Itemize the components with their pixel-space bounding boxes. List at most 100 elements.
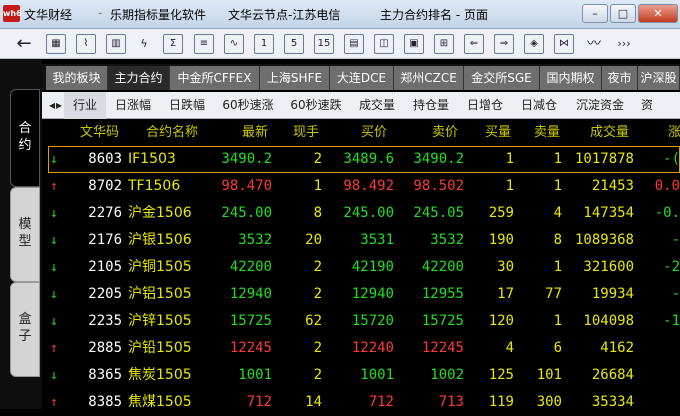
col-code[interactable]: 文华码: [80, 120, 119, 145]
market-tab-options[interactable]: 国内期权: [540, 66, 602, 90]
sigma-icon[interactable]: Σ: [163, 34, 183, 54]
period-15-button[interactable]: 15: [314, 34, 334, 54]
cell-last: 1001: [238, 367, 272, 383]
calendar-15s-icon[interactable]: ◫: [374, 34, 394, 54]
cell-bid: 3489.6: [343, 151, 394, 167]
expand-icon[interactable]: ◈: [524, 34, 544, 54]
cell-name: 沪银1506: [128, 232, 192, 248]
cell-last: 12940: [229, 286, 272, 302]
sort-tab-volume[interactable]: 成交量: [350, 92, 404, 119]
sort-tab-60s-fall[interactable]: 60秒速跌: [282, 92, 350, 119]
market-tab-main[interactable]: 主力合约: [108, 66, 170, 90]
down-arrow-icon: ↓: [50, 368, 58, 383]
sort-tab-capital[interactable]: 沉淀资金: [566, 92, 634, 119]
cell-ask: 15725: [421, 313, 464, 329]
cell-volume: 1089368: [574, 232, 634, 248]
cell-name: 沪铝1505: [128, 286, 192, 302]
sort-tab-industry[interactable]: 行业: [64, 92, 106, 119]
cell-chg: [640, 335, 680, 362]
table-row[interactable]: ↓ 8603 IF1503 3490.2 2 3489.6 3490.2 1 1 1017878 -…: [48, 146, 680, 173]
scroll-right-icon[interactable]: ▸: [54, 92, 64, 119]
table-header: 文华码 合约名称 最新 现手 买价 卖价 买量 卖量 成交量 涨: [42, 120, 680, 145]
trend-icon[interactable]: ∿: [224, 34, 244, 54]
market-tab-my[interactable]: 我的板块: [46, 66, 108, 90]
market-tab-shfe[interactable]: 上海SHFE: [260, 66, 330, 90]
col-askvol[interactable]: 卖量: [534, 120, 560, 145]
close-button[interactable]: ✕: [638, 4, 678, 23]
market-tabs: 我的板块 主力合约 中金所CFFEX 上海SHFE 大连DCE 郑州CZCE 金…: [42, 64, 680, 90]
table-row[interactable]: ↑ 2885 沪铅1505 12245 2 12240 12245 4 6 4162: [42, 335, 680, 362]
col-last[interactable]: 最新: [242, 120, 268, 145]
market-tab-night[interactable]: 夜市: [602, 66, 638, 90]
cell-volume: 4162: [600, 340, 634, 356]
cell-code: 8702: [88, 178, 122, 194]
cell-chg: 0.0: [654, 178, 680, 194]
col-bidvol[interactable]: 买量: [485, 120, 511, 145]
period-5-button[interactable]: 5: [284, 34, 304, 54]
sort-tab-more[interactable]: 资: [636, 92, 658, 119]
col-change[interactable]: 涨: [668, 120, 680, 145]
maximize-button[interactable]: □: [610, 4, 636, 23]
grid-view-icon[interactable]: ▦: [46, 34, 66, 54]
move-right-icon[interactable]: ⇒: [494, 34, 514, 54]
cell-lot: 2: [313, 286, 322, 302]
squiggle-icon[interactable]: 〰: [584, 34, 604, 54]
sort-tab-oi-up[interactable]: 日增仓: [458, 92, 512, 119]
col-lot[interactable]: 现手: [293, 120, 319, 145]
market-tab-dce[interactable]: 大连DCE: [330, 66, 394, 90]
table-row[interactable]: ↓ 8365 焦炭1505 1001 2 1001 1002 125 101 26684: [42, 362, 680, 389]
sort-tab-gain[interactable]: 日涨幅: [106, 92, 160, 119]
document-icon[interactable]: ≡: [194, 34, 214, 54]
cell-bid: 712: [368, 394, 394, 410]
side-tab-box[interactable]: 盒 子: [10, 282, 40, 377]
line-chart-icon[interactable]: ⌇: [76, 34, 96, 54]
sort-tab-openint[interactable]: 持仓量: [404, 92, 458, 119]
market-tab-czce[interactable]: 郑州CZCE: [394, 66, 464, 90]
table-row[interactable]: ↑ 8385 焦煤1505 712 14 712 713 119 300 35334: [42, 389, 680, 416]
quantity-icon[interactable]: ▣: [404, 34, 424, 54]
back-arrow-icon[interactable]: ←: [14, 34, 34, 54]
move-left-icon[interactable]: ⇐: [464, 34, 484, 54]
cell-volume: 26684: [591, 367, 634, 383]
lightning-icon[interactable]: ϟ: [134, 34, 154, 54]
period-1-button[interactable]: 1: [254, 34, 274, 54]
collapse-icon[interactable]: ⋈: [554, 34, 574, 54]
cell-volume: 19934: [591, 286, 634, 302]
minimize-button[interactable]: –: [582, 4, 608, 23]
table-row[interactable]: ↑ 8702 TF1506 98.470 1 98.492 98.502 1 1 21453 0.0: [42, 173, 680, 200]
cell-askvol: 4: [553, 205, 562, 221]
cell-code: 2176: [88, 232, 122, 248]
table-row[interactable]: ↓ 2276 沪金1506 245.00 8 245.00 245.05 259 4 147354…: [42, 200, 680, 227]
col-name[interactable]: 合约名称: [146, 120, 198, 145]
grid-table-icon[interactable]: ⊞: [434, 34, 454, 54]
col-bid[interactable]: 买价: [361, 120, 387, 145]
cell-askvol: 1: [553, 259, 562, 275]
table-row[interactable]: ↓ 2105 沪铜1505 42200 2 42190 42200 30 1 321600 -2: [42, 254, 680, 281]
market-tab-stock[interactable]: 沪深股: [638, 66, 680, 90]
table-row[interactable]: ↓ 2205 沪铝1505 12940 2 12940 12955 17 77 19934 -: [42, 281, 680, 308]
cell-name: 沪锌1505: [128, 313, 192, 329]
cell-volume: 35334: [591, 394, 634, 410]
sort-tab-oi-down[interactable]: 日减仓: [512, 92, 566, 119]
col-ask[interactable]: 卖价: [432, 120, 458, 145]
calendar-icon[interactable]: ▤: [344, 34, 364, 54]
table-row[interactable]: ↓ 2235 沪锌1505 15725 62 15720 15725 120 1 104098 -1: [42, 308, 680, 335]
sort-tab-60s-rise[interactable]: 60秒速涨: [214, 92, 282, 119]
table-row[interactable]: ↓ 2176 沪银1506 3532 20 3531 3532 190 8 1089368 -: [42, 227, 680, 254]
sort-tab-loss[interactable]: 日跌幅: [160, 92, 214, 119]
cell-ask: 245.05: [413, 205, 464, 221]
cell-code: 8385: [88, 394, 122, 410]
col-volume[interactable]: 成交量: [590, 120, 629, 145]
cell-ask: 12245: [421, 340, 464, 356]
more-icon[interactable]: ›››: [614, 34, 634, 54]
title-bar: wh6 文华财经 - 乐期指标量化软件 文华云节点-江苏电信 主力合约排名 - …: [0, 0, 680, 29]
cell-volume: 104098: [583, 313, 634, 329]
candlestick-icon[interactable]: ▥: [106, 34, 126, 54]
market-tab-sge[interactable]: 金交所SGE: [464, 66, 540, 90]
down-arrow-icon: ↓: [50, 206, 58, 221]
market-tab-cffex[interactable]: 中金所CFFEX: [170, 66, 260, 90]
side-tab-model[interactable]: 模 型: [10, 187, 40, 282]
cell-bidvol: 1: [505, 151, 514, 167]
cell-name: 焦煤1505: [128, 394, 192, 410]
side-tab-contract[interactable]: 合 约: [10, 89, 40, 187]
